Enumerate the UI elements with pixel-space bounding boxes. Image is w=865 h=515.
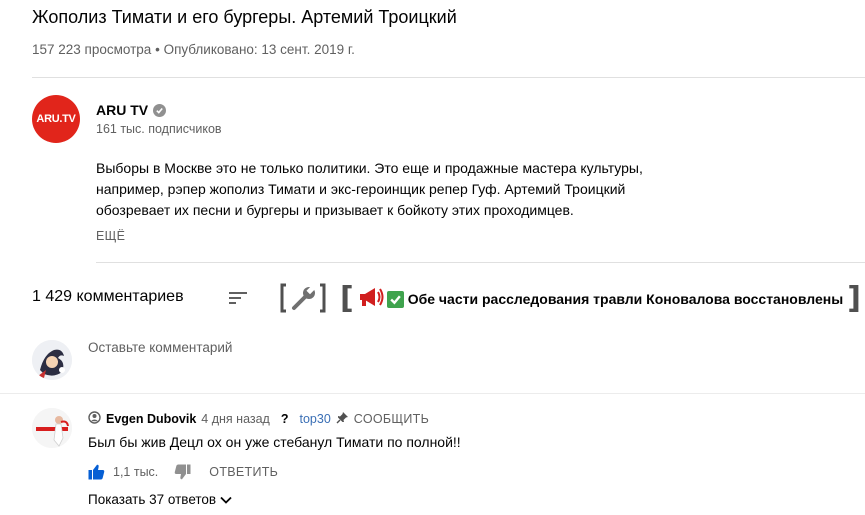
pin-icon[interactable] <box>336 411 349 427</box>
description-line: Выборы в Москве это не только политики. … <box>96 160 643 176</box>
top-divider <box>32 77 865 78</box>
show-replies-label: Показать 37 ответов <box>88 492 217 507</box>
promo-icons <box>358 286 404 313</box>
verified-check-icon <box>153 103 167 117</box>
tools-wrench-icon[interactable] <box>280 283 326 313</box>
show-replies-button[interactable]: Показать 37 ответов <box>88 492 232 507</box>
megaphone-icon <box>358 286 384 313</box>
like-count: 1,1 тыс. <box>113 465 159 479</box>
comment-author-avatar[interactable] <box>32 408 72 448</box>
report-button[interactable]: СООБЩИТЬ <box>354 412 429 426</box>
top-tag-link[interactable]: top30 <box>300 412 331 426</box>
channel-name: ARU TV <box>96 102 149 118</box>
video-title: Жополиз Тимати и его бургеры. Артемий Тр… <box>32 7 457 27</box>
promo-bracket-open: [ <box>340 281 354 316</box>
comment-actions: 1,1 тыс. ОТВЕТИТЬ <box>88 464 278 480</box>
channel-avatar-text: ARU.TV <box>36 113 76 125</box>
comment-header: Evgen Dubovik 4 дня назад ? top30 СООБЩИ… <box>88 411 429 427</box>
reply-button[interactable]: ОТВЕТИТЬ <box>209 465 278 479</box>
video-description: Выборы в Москве это не только политики. … <box>96 158 716 221</box>
comments-count: 1 429 комментариев <box>32 288 184 305</box>
promo-bracket-close: ] <box>847 281 861 316</box>
channel-avatar[interactable]: ARU.TV <box>32 95 80 143</box>
description-line: например, рэпер жополиз Тимати и экс-гер… <box>96 181 626 197</box>
comment-author[interactable]: Evgen Dubovik <box>106 412 196 426</box>
like-icon[interactable] <box>88 464 105 480</box>
user-avatar[interactable] <box>32 340 72 380</box>
chevron-down-icon <box>220 492 232 507</box>
add-comment-input[interactable]: Оставьте комментарий <box>88 340 848 361</box>
promo-banner[interactable]: [ Обе части расследования травли Коновал… <box>340 283 861 315</box>
question-button[interactable]: ? <box>281 412 289 426</box>
promo-text: Обе части расследования травли Коновалов… <box>407 291 844 307</box>
user-badge-icon <box>88 411 101 427</box>
comment-time[interactable]: 4 дня назад <box>201 412 270 426</box>
comment-text: Был бы жив Децл ох он уже стебанул Тимат… <box>88 434 461 450</box>
subscriber-count: 161 тыс. подписчиков <box>96 122 222 136</box>
channel-name-link[interactable]: ARU TV <box>96 102 167 118</box>
video-meta: 157 223 просмотра • Опубликовано: 13 сен… <box>32 42 355 57</box>
publish-date: Опубликовано: 13 сент. 2019 г. <box>163 42 355 57</box>
check-mark-icon <box>386 290 404 308</box>
description-line: обозревает их песни и бургеры и призывае… <box>96 202 574 218</box>
comment-divider <box>0 393 865 394</box>
view-count: 157 223 просмотра <box>32 42 152 57</box>
sort-comments-icon[interactable] <box>228 290 248 306</box>
meta-bullet: • <box>155 42 160 57</box>
show-more-button[interactable]: ЕЩЁ <box>96 229 125 243</box>
description-divider <box>96 262 865 263</box>
dislike-icon[interactable] <box>174 464 191 480</box>
